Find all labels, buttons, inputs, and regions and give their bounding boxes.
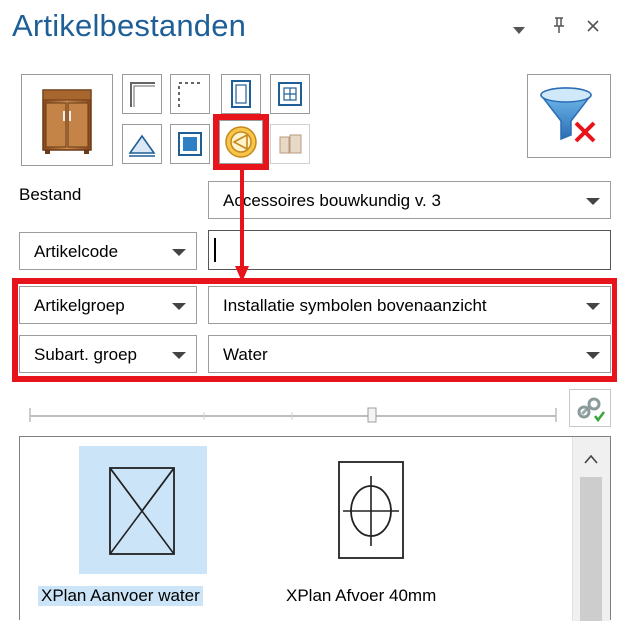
window-icon (278, 82, 302, 106)
roof-icon (128, 134, 156, 157)
close-icon[interactable] (585, 14, 601, 40)
door-button[interactable] (221, 74, 261, 114)
item-caption[interactable]: XPlan Aanvoer water (38, 586, 203, 606)
drain-symbol-icon (338, 461, 404, 559)
window-button[interactable] (270, 74, 310, 114)
scroll-up-icon[interactable] (583, 453, 599, 465)
chevron-down-icon (586, 198, 600, 205)
panel-menu-icon[interactable] (512, 22, 526, 40)
slider-thumb[interactable] (367, 407, 377, 423)
thumbnail-size-slider[interactable] (24, 398, 564, 428)
floor-button[interactable] (170, 124, 210, 164)
corner-icon (130, 82, 155, 107)
funnel-clear-icon (540, 87, 596, 143)
floor-icon (178, 132, 202, 156)
search-field-selector-1[interactable]: Artikelcode (19, 232, 197, 270)
furniture-button[interactable] (270, 124, 310, 164)
clear-filter-button[interactable] (527, 74, 611, 158)
cabinet-category-button[interactable] (21, 74, 113, 166)
artikelcode-input[interactable] (208, 230, 611, 270)
annotation-arrow (235, 168, 249, 282)
link-settings-button[interactable] (569, 389, 611, 427)
field1-label: Artikelcode (34, 242, 119, 261)
roof-button[interactable] (122, 124, 162, 164)
text-cursor (214, 238, 216, 262)
bestand-label: Bestand (19, 185, 82, 204)
highlight-group-filters (12, 278, 617, 382)
list-item[interactable] (79, 446, 207, 602)
chevron-down-icon (172, 249, 186, 256)
wall-corner-button[interactable] (122, 74, 162, 114)
valve-symbol-icon (109, 467, 175, 555)
highlight-installation-button (213, 114, 269, 170)
furniture-icon (279, 134, 302, 154)
dashed-corner-button[interactable] (170, 74, 210, 114)
cabinet-icon (42, 89, 92, 154)
bestand-combobox[interactable]: Accessoires bouwkundig v. 3 (208, 181, 611, 219)
item-caption[interactable]: XPlan Afvoer 40mm (286, 586, 436, 606)
vertical-scrollbar[interactable] (572, 437, 610, 621)
door-icon (231, 80, 251, 108)
chain-link-icon (577, 397, 605, 423)
panel-title: Artikelbestanden (12, 8, 247, 43)
pin-icon[interactable] (552, 16, 566, 39)
dashed-corner-icon (178, 82, 203, 107)
scrollbar-thumb[interactable] (580, 477, 602, 621)
list-item[interactable] (316, 446, 444, 574)
